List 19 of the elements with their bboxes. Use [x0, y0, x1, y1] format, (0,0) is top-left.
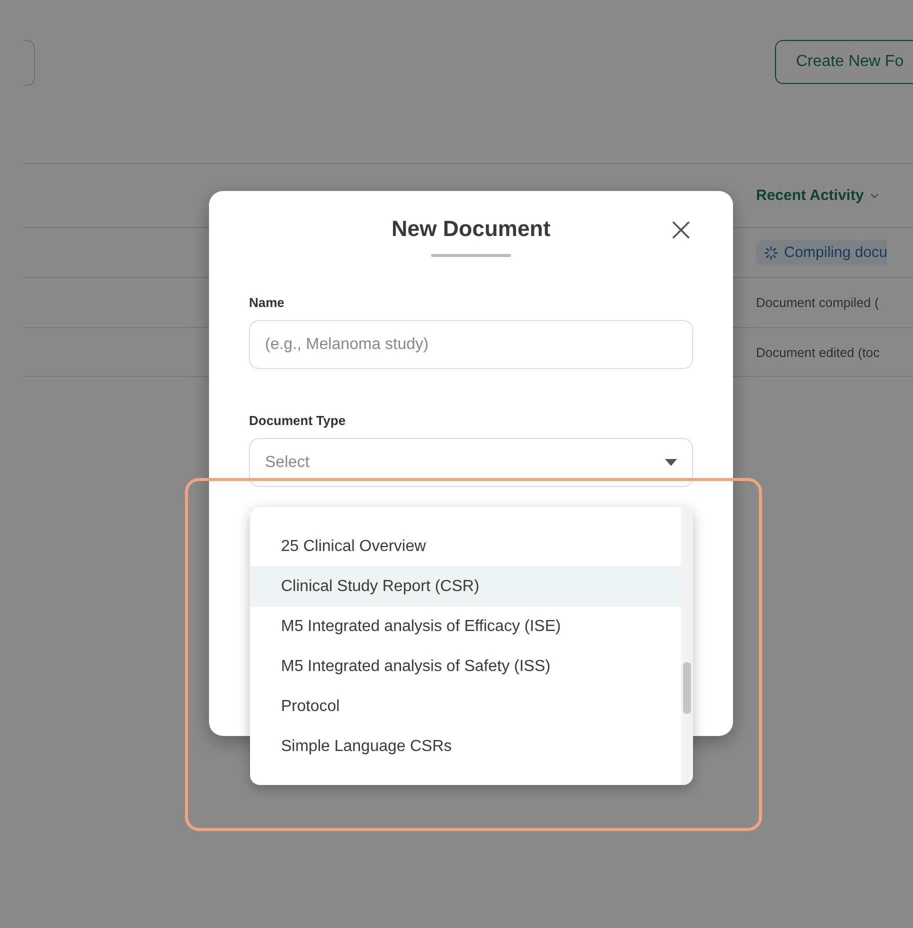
- close-icon: [671, 220, 691, 240]
- spinner-icon: [764, 246, 778, 260]
- dropdown-option[interactable]: Clinical Study Report (CSR): [250, 567, 681, 607]
- dropdown-option[interactable]: Protocol: [250, 687, 681, 727]
- search-field[interactable]: [24, 40, 35, 86]
- field-label: Name: [249, 295, 286, 310]
- dropdown-option[interactable]: M5 Integrated analysis of Safety (ISS): [250, 647, 681, 687]
- chevron-down-icon: [870, 192, 879, 198]
- dropdown-option[interactable]: Simple Language CSRs: [250, 727, 681, 767]
- activity-text: Document edited (toc: [756, 344, 880, 360]
- name-input[interactable]: (e.g., Melanoma study): [249, 320, 693, 369]
- document-type-select[interactable]: Select: [249, 438, 693, 487]
- status-badge: Compiling docu: [756, 240, 888, 265]
- scrollbar-thumb[interactable]: [683, 662, 691, 714]
- dropdown-option[interactable]: M5 Integrated analysis of Efficacy (ISE): [250, 607, 681, 647]
- activity-text: Document compiled (: [756, 295, 879, 310]
- dialog-title: New Document: [392, 216, 550, 242]
- field-label: Document Type: [249, 413, 347, 428]
- caret-icon: [665, 459, 677, 466]
